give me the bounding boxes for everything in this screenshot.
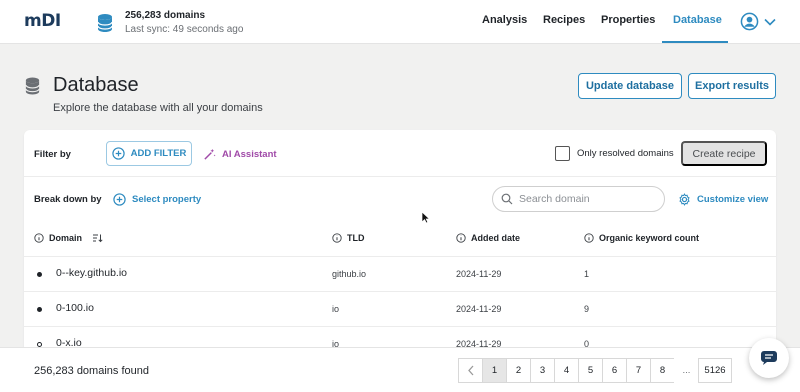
tld-cell: io (332, 304, 340, 314)
pagination-prev[interactable] (458, 358, 483, 383)
export-results-button[interactable]: Export results (688, 73, 776, 99)
top-bar: mDI 256,283 domains Last sync: 49 second… (0, 0, 800, 44)
customize-view-button[interactable]: Customize view (678, 193, 768, 206)
page-subtitle: Explore the database with all your domai… (53, 102, 263, 114)
pagination: 1 2 3 4 5 6 7 8 ... 5126 (458, 358, 732, 383)
nav-recipes[interactable]: Recipes (543, 14, 585, 26)
added-date-cell: 2024-11-29 (456, 304, 502, 314)
search-domain-input[interactable] (519, 193, 649, 205)
info-icon (584, 233, 594, 243)
nav-analysis[interactable]: Analysis (482, 14, 527, 26)
add-filter-label: ADD FILTER (130, 148, 187, 159)
info-icon (332, 233, 342, 243)
search-icon (501, 193, 513, 205)
info-icon (456, 233, 466, 243)
chevron-left-icon (467, 365, 473, 376)
page-title: Database (53, 74, 139, 96)
pagination-page-3[interactable]: 3 (530, 358, 555, 383)
column-header-domain[interactable]: Domain (34, 233, 108, 243)
page-header: Database (24, 74, 139, 97)
domain-cell[interactable]: 0-100.io (56, 302, 94, 314)
table-row[interactable]: 0-100.io io 2024-11-29 9 (24, 292, 776, 326)
app-logo[interactable]: mDI (24, 11, 61, 31)
nav-database[interactable]: Database (673, 14, 722, 26)
column-header-tld-label: TLD (347, 233, 365, 243)
pagination-page-5[interactable]: 5 (578, 358, 603, 383)
break-down-label: Break down by (34, 194, 102, 205)
create-recipe-button[interactable]: Create recipe (681, 141, 767, 166)
pagination-ellipsis: ... (674, 358, 699, 383)
plus-circle-icon (113, 193, 126, 206)
add-filter-button[interactable]: ADD FILTER (106, 141, 192, 166)
database-icon (25, 77, 40, 94)
domain-cell[interactable]: 0--key.github.io (56, 267, 127, 279)
results-footer: 256,283 domains found 1 2 3 4 5 6 7 8 ..… (0, 347, 800, 392)
pagination-page-4[interactable]: 4 (554, 358, 579, 383)
tld-cell: github.io (332, 269, 367, 279)
pagination-page-6[interactable]: 6 (602, 358, 627, 383)
db-domain-count: 256,283 domains (125, 10, 206, 21)
update-database-button[interactable]: Update database (578, 73, 682, 99)
select-property-button[interactable]: Select property (113, 193, 201, 206)
pagination-page-2[interactable]: 2 (506, 358, 531, 383)
user-menu[interactable] (740, 12, 777, 31)
ai-assistant-label: AI Assistant (222, 149, 277, 160)
status-dot (37, 272, 42, 277)
database-card: Filter by ADD FILTER AI Assistant Only r… (24, 130, 776, 352)
info-icon (34, 233, 44, 243)
chevron-down-icon (764, 18, 776, 26)
sort-icon[interactable] (92, 233, 103, 243)
column-header-added-date[interactable]: Added date (456, 233, 520, 243)
domains-found-count: 256,283 domains found (34, 365, 149, 377)
nav-active-indicator (662, 41, 728, 43)
select-property-label: Select property (132, 194, 202, 205)
chat-icon (761, 351, 777, 365)
magic-wand-icon (204, 148, 216, 160)
column-header-organic-keyword-count[interactable]: Organic keyword count (584, 233, 699, 243)
keyword-count-cell: 1 (584, 269, 590, 279)
keyword-count-cell: 9 (584, 304, 590, 314)
mouse-cursor-icon (421, 211, 430, 224)
filter-by-label: Filter by (34, 149, 71, 160)
gear-icon (679, 193, 690, 206)
pagination-page-1[interactable]: 1 (482, 358, 507, 383)
db-last-sync: Last sync: 49 seconds ago (125, 24, 244, 35)
plus-circle-icon (111, 147, 125, 160)
column-header-organic-keyword-count-label: Organic keyword count (599, 233, 700, 243)
status-dot (37, 307, 42, 312)
search-domain-box[interactable] (492, 186, 665, 212)
nav-properties[interactable]: Properties (601, 14, 655, 26)
pagination-page-last[interactable]: 5126 (698, 358, 732, 383)
ai-assistant-button[interactable]: AI Assistant (203, 148, 277, 161)
pagination-page-8[interactable]: 8 (650, 358, 675, 383)
added-date-cell: 2024-11-29 (456, 269, 502, 279)
column-header-tld[interactable]: TLD (332, 233, 365, 243)
table-row[interactable]: 0--key.github.io github.io 2024-11-29 1 (24, 257, 776, 291)
divider (24, 176, 776, 177)
chat-button[interactable] (749, 338, 789, 378)
only-resolved-label[interactable]: Only resolved domains (577, 148, 674, 159)
column-header-added-date-label: Added date (471, 233, 521, 243)
user-circle-icon (740, 12, 759, 31)
database-icon (97, 14, 113, 32)
column-header-domain-label: Domain (49, 233, 83, 243)
db-status: 256,283 domains Last sync: 49 seconds ag… (96, 10, 243, 36)
customize-view-label: Customize view (697, 194, 769, 205)
pagination-page-7[interactable]: 7 (626, 358, 651, 383)
only-resolved-checkbox[interactable] (555, 146, 570, 161)
